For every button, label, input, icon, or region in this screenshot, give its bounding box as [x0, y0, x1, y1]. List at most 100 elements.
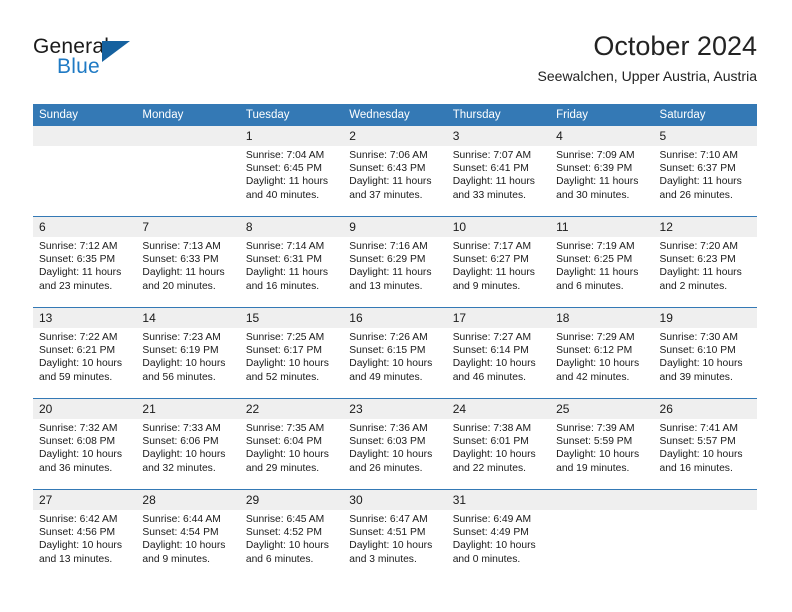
sunrise-text: Sunrise: 7:04 AM: [245, 150, 325, 161]
sunrise-text: Sunrise: 7:23 AM: [142, 332, 221, 343]
day-details: Sunrise: 6:42 AM Sunset: 4:56 PM Daylight:…: [33, 510, 136, 566]
sunset-text: Sunset: 6:03 PM: [349, 436, 426, 448]
day-details: Sunrise: 7:13 AM Sunset: 6:33 PM Daylight:…: [136, 237, 239, 293]
page-header: General Blue October 2024 Seewalchen, Up…: [0, 0, 792, 102]
calendar-day-cell[interactable]: 1 Sunrise: 7:04 AM Sunset: 6:45 PM Daylight…: [239, 126, 344, 217]
sunset-text: Sunset: 6:01 PM: [452, 436, 529, 448]
calendar-day-cell[interactable]: 30 Sunrise: 6:47 AM Sunset: 4:51 PM Dayligh…: [343, 489, 447, 580]
day-details: Sunrise: 7:19 AM Sunset: 6:25 PM Daylight:…: [550, 237, 653, 293]
calendar-day-cell[interactable]: 8 Sunrise: 7:14 AM Sunset: 6:31 PM Daylight…: [239, 216, 344, 308]
day-number: 13: [33, 308, 137, 328]
sunrise-text: Sunrise: 7:20 AM: [659, 241, 738, 252]
sunset-text: Sunset: 4:51 PM: [349, 527, 426, 539]
sunset-text: Sunset: 6:37 PM: [659, 163, 736, 175]
calendar-day-cell[interactable]: 12 Sunrise: 7:20 AM Sunset: 6:23 PM Dayligh…: [653, 216, 757, 308]
sunset-text: Sunset: 4:52 PM: [245, 527, 322, 539]
calendar-day-cell[interactable]: 2 Sunrise: 7:06 AM Sunset: 6:43 PM Daylight…: [343, 126, 447, 217]
daylight-text: Daylight: 10 hours and 19 minutes.: [556, 449, 640, 474]
day-number: 2: [343, 126, 447, 146]
calendar-day-cell[interactable]: 6 Sunrise: 7:12 AM Sunset: 6:35 PM Daylight…: [33, 216, 137, 308]
daylight-text: Daylight: 11 hours and 30 minutes.: [556, 176, 639, 201]
day-number: 23: [343, 399, 447, 419]
calendar-day-cell[interactable]: 29 Sunrise: 6:45 AM Sunset: 4:52 PM Dayligh…: [239, 489, 344, 580]
calendar-day-cell[interactable]: 3 Sunrise: 7:07 AM Sunset: 6:41 PM Daylight…: [446, 126, 551, 217]
sunrise-text: Sunrise: 7:41 AM: [659, 423, 738, 434]
calendar-day-cell[interactable]: 31 Sunrise: 6:49 AM Sunset: 4:49 PM Dayligh…: [446, 489, 551, 580]
sunrise-text: Sunrise: 7:33 AM: [142, 423, 221, 434]
sunrise-text: Sunrise: 7:29 AM: [556, 332, 635, 343]
calendar-day-cell[interactable]: 11 Sunrise: 7:19 AM Sunset: 6:25 PM Dayligh…: [550, 216, 654, 308]
calendar-day-cell[interactable]: 17 Sunrise: 7:27 AM Sunset: 6:14 PM Dayligh…: [446, 307, 551, 399]
day-details: Sunrise: 7:25 AM Sunset: 6:17 PM Daylight:…: [240, 328, 343, 384]
calendar-day-cell[interactable]: 16 Sunrise: 7:26 AM Sunset: 6:15 PM Dayligh…: [343, 307, 447, 399]
calendar-day-cell[interactable]: 21 Sunrise: 7:33 AM Sunset: 6:06 PM Dayligh…: [136, 398, 240, 490]
daylight-text: Daylight: 11 hours and 9 minutes.: [452, 267, 535, 292]
daylight-text: Daylight: 10 hours and 26 minutes.: [349, 449, 433, 474]
sunset-text: Sunset: 4:49 PM: [452, 527, 529, 539]
general-blue-logo[interactable]: General Blue: [33, 36, 193, 86]
calendar-day-cell[interactable]: 28 Sunrise: 6:44 AM Sunset: 4:54 PM Dayligh…: [136, 489, 240, 580]
sunrise-text: Sunrise: 7:27 AM: [452, 332, 532, 343]
weekday-header-saturday: Saturday: [653, 104, 757, 126]
day-number: 24: [446, 399, 551, 419]
day-details: Sunrise: 6:44 AM Sunset: 4:54 PM Daylight:…: [136, 510, 239, 566]
day-number: 3: [446, 126, 551, 146]
calendar-day-cell[interactable]: 24 Sunrise: 7:38 AM Sunset: 6:01 PM Dayligh…: [446, 398, 551, 490]
calendar-day-cell-empty: [653, 489, 757, 580]
calendar-day-cell[interactable]: 23 Sunrise: 7:36 AM Sunset: 6:03 PM Dayligh…: [343, 398, 447, 490]
calendar-day-cell[interactable]: 7 Sunrise: 7:13 AM Sunset: 6:33 PM Daylight…: [136, 216, 240, 308]
sunrise-text: Sunrise: 7:36 AM: [349, 423, 428, 434]
sunrise-text: Sunrise: 7:17 AM: [452, 241, 532, 252]
calendar-day-cell-empty: [550, 489, 654, 580]
calendar-day-cell[interactable]: 19 Sunrise: 7:30 AM Sunset: 6:10 PM Dayligh…: [653, 307, 757, 399]
calendar-day-cell[interactable]: 25 Sunrise: 7:39 AM Sunset: 5:59 PM Dayligh…: [550, 398, 654, 490]
day-number: [550, 490, 654, 510]
day-details: Sunrise: 6:49 AM Sunset: 4:49 PM Daylight:…: [447, 510, 550, 566]
sunrise-text: Sunrise: 6:47 AM: [349, 514, 428, 525]
calendar-day-cell[interactable]: 20 Sunrise: 7:32 AM Sunset: 6:08 PM Dayligh…: [33, 398, 137, 490]
calendar-day-cell[interactable]: 5 Sunrise: 7:10 AM Sunset: 6:37 PM Daylight…: [653, 126, 757, 217]
day-details: Sunrise: 7:38 AM Sunset: 6:01 PM Daylight:…: [447, 419, 550, 475]
daylight-text: Daylight: 10 hours and 52 minutes.: [245, 358, 329, 383]
day-number: 12: [653, 217, 757, 237]
weekday-header-wednesday: Wednesday: [343, 104, 447, 126]
calendar-day-cell[interactable]: 18 Sunrise: 7:29 AM Sunset: 6:12 PM Dayligh…: [550, 307, 654, 399]
calendar-day-cell[interactable]: 14 Sunrise: 7:23 AM Sunset: 6:19 PM Dayligh…: [136, 307, 240, 399]
calendar-day-cell[interactable]: 4 Sunrise: 7:09 AM Sunset: 6:39 PM Daylight…: [550, 126, 654, 217]
sunrise-text: Sunrise: 6:45 AM: [245, 514, 325, 525]
calendar-day-cell[interactable]: 10 Sunrise: 7:17 AM Sunset: 6:27 PM Dayligh…: [446, 216, 551, 308]
day-number: 4: [550, 126, 654, 146]
daylight-text: Daylight: 10 hours and 42 minutes.: [556, 358, 640, 383]
day-details: Sunrise: 7:20 AM Sunset: 6:23 PM Daylight:…: [654, 237, 757, 293]
day-number: 14: [136, 308, 240, 328]
sunrise-text: Sunrise: 6:44 AM: [142, 514, 221, 525]
daylight-text: Daylight: 11 hours and 40 minutes.: [245, 176, 329, 201]
day-number: 19: [653, 308, 757, 328]
calendar-day-cell[interactable]: 9 Sunrise: 7:16 AM Sunset: 6:29 PM Daylight…: [343, 216, 447, 308]
calendar-header-row: Sunday Monday Tuesday Wednesday Thursday…: [33, 104, 757, 126]
daylight-text: Daylight: 10 hours and 13 minutes.: [39, 540, 122, 565]
day-details: Sunrise: 7:12 AM Sunset: 6:35 PM Daylight:…: [33, 237, 136, 293]
sunrise-text: Sunrise: 7:09 AM: [556, 150, 635, 161]
calendar-day-cell[interactable]: 26 Sunrise: 7:41 AM Sunset: 5:57 PM Dayligh…: [653, 398, 757, 490]
calendar-day-cell-empty: [136, 126, 240, 217]
day-number: 9: [343, 217, 447, 237]
calendar-day-cell[interactable]: 13 Sunrise: 7:22 AM Sunset: 6:21 PM Dayligh…: [33, 307, 137, 399]
calendar-day-cell[interactable]: 22 Sunrise: 7:35 AM Sunset: 6:04 PM Dayligh…: [239, 398, 344, 490]
weekday-header-tuesday: Tuesday: [239, 104, 344, 126]
day-number: 15: [239, 308, 344, 328]
day-details: Sunrise: 7:35 AM Sunset: 6:04 PM Daylight:…: [240, 419, 343, 475]
sunrise-text: Sunrise: 7:07 AM: [452, 150, 532, 161]
sunset-text: Sunset: 6:10 PM: [659, 345, 736, 357]
calendar-day-cell[interactable]: 27 Sunrise: 6:42 AM Sunset: 4:56 PM Dayligh…: [33, 489, 137, 580]
daylight-text: Daylight: 10 hours and 3 minutes.: [349, 540, 433, 565]
day-number: 8: [239, 217, 344, 237]
daylight-text: Daylight: 10 hours and 49 minutes.: [349, 358, 433, 383]
day-number: [653, 490, 757, 510]
sunrise-text: Sunrise: 6:49 AM: [452, 514, 532, 525]
day-number: 25: [550, 399, 654, 419]
day-number: 28: [136, 490, 240, 510]
sunset-text: Sunset: 6:17 PM: [245, 345, 322, 357]
calendar-day-cell[interactable]: 15 Sunrise: 7:25 AM Sunset: 6:17 PM Dayligh…: [239, 307, 344, 399]
logo-text-blue: Blue: [57, 55, 100, 78]
